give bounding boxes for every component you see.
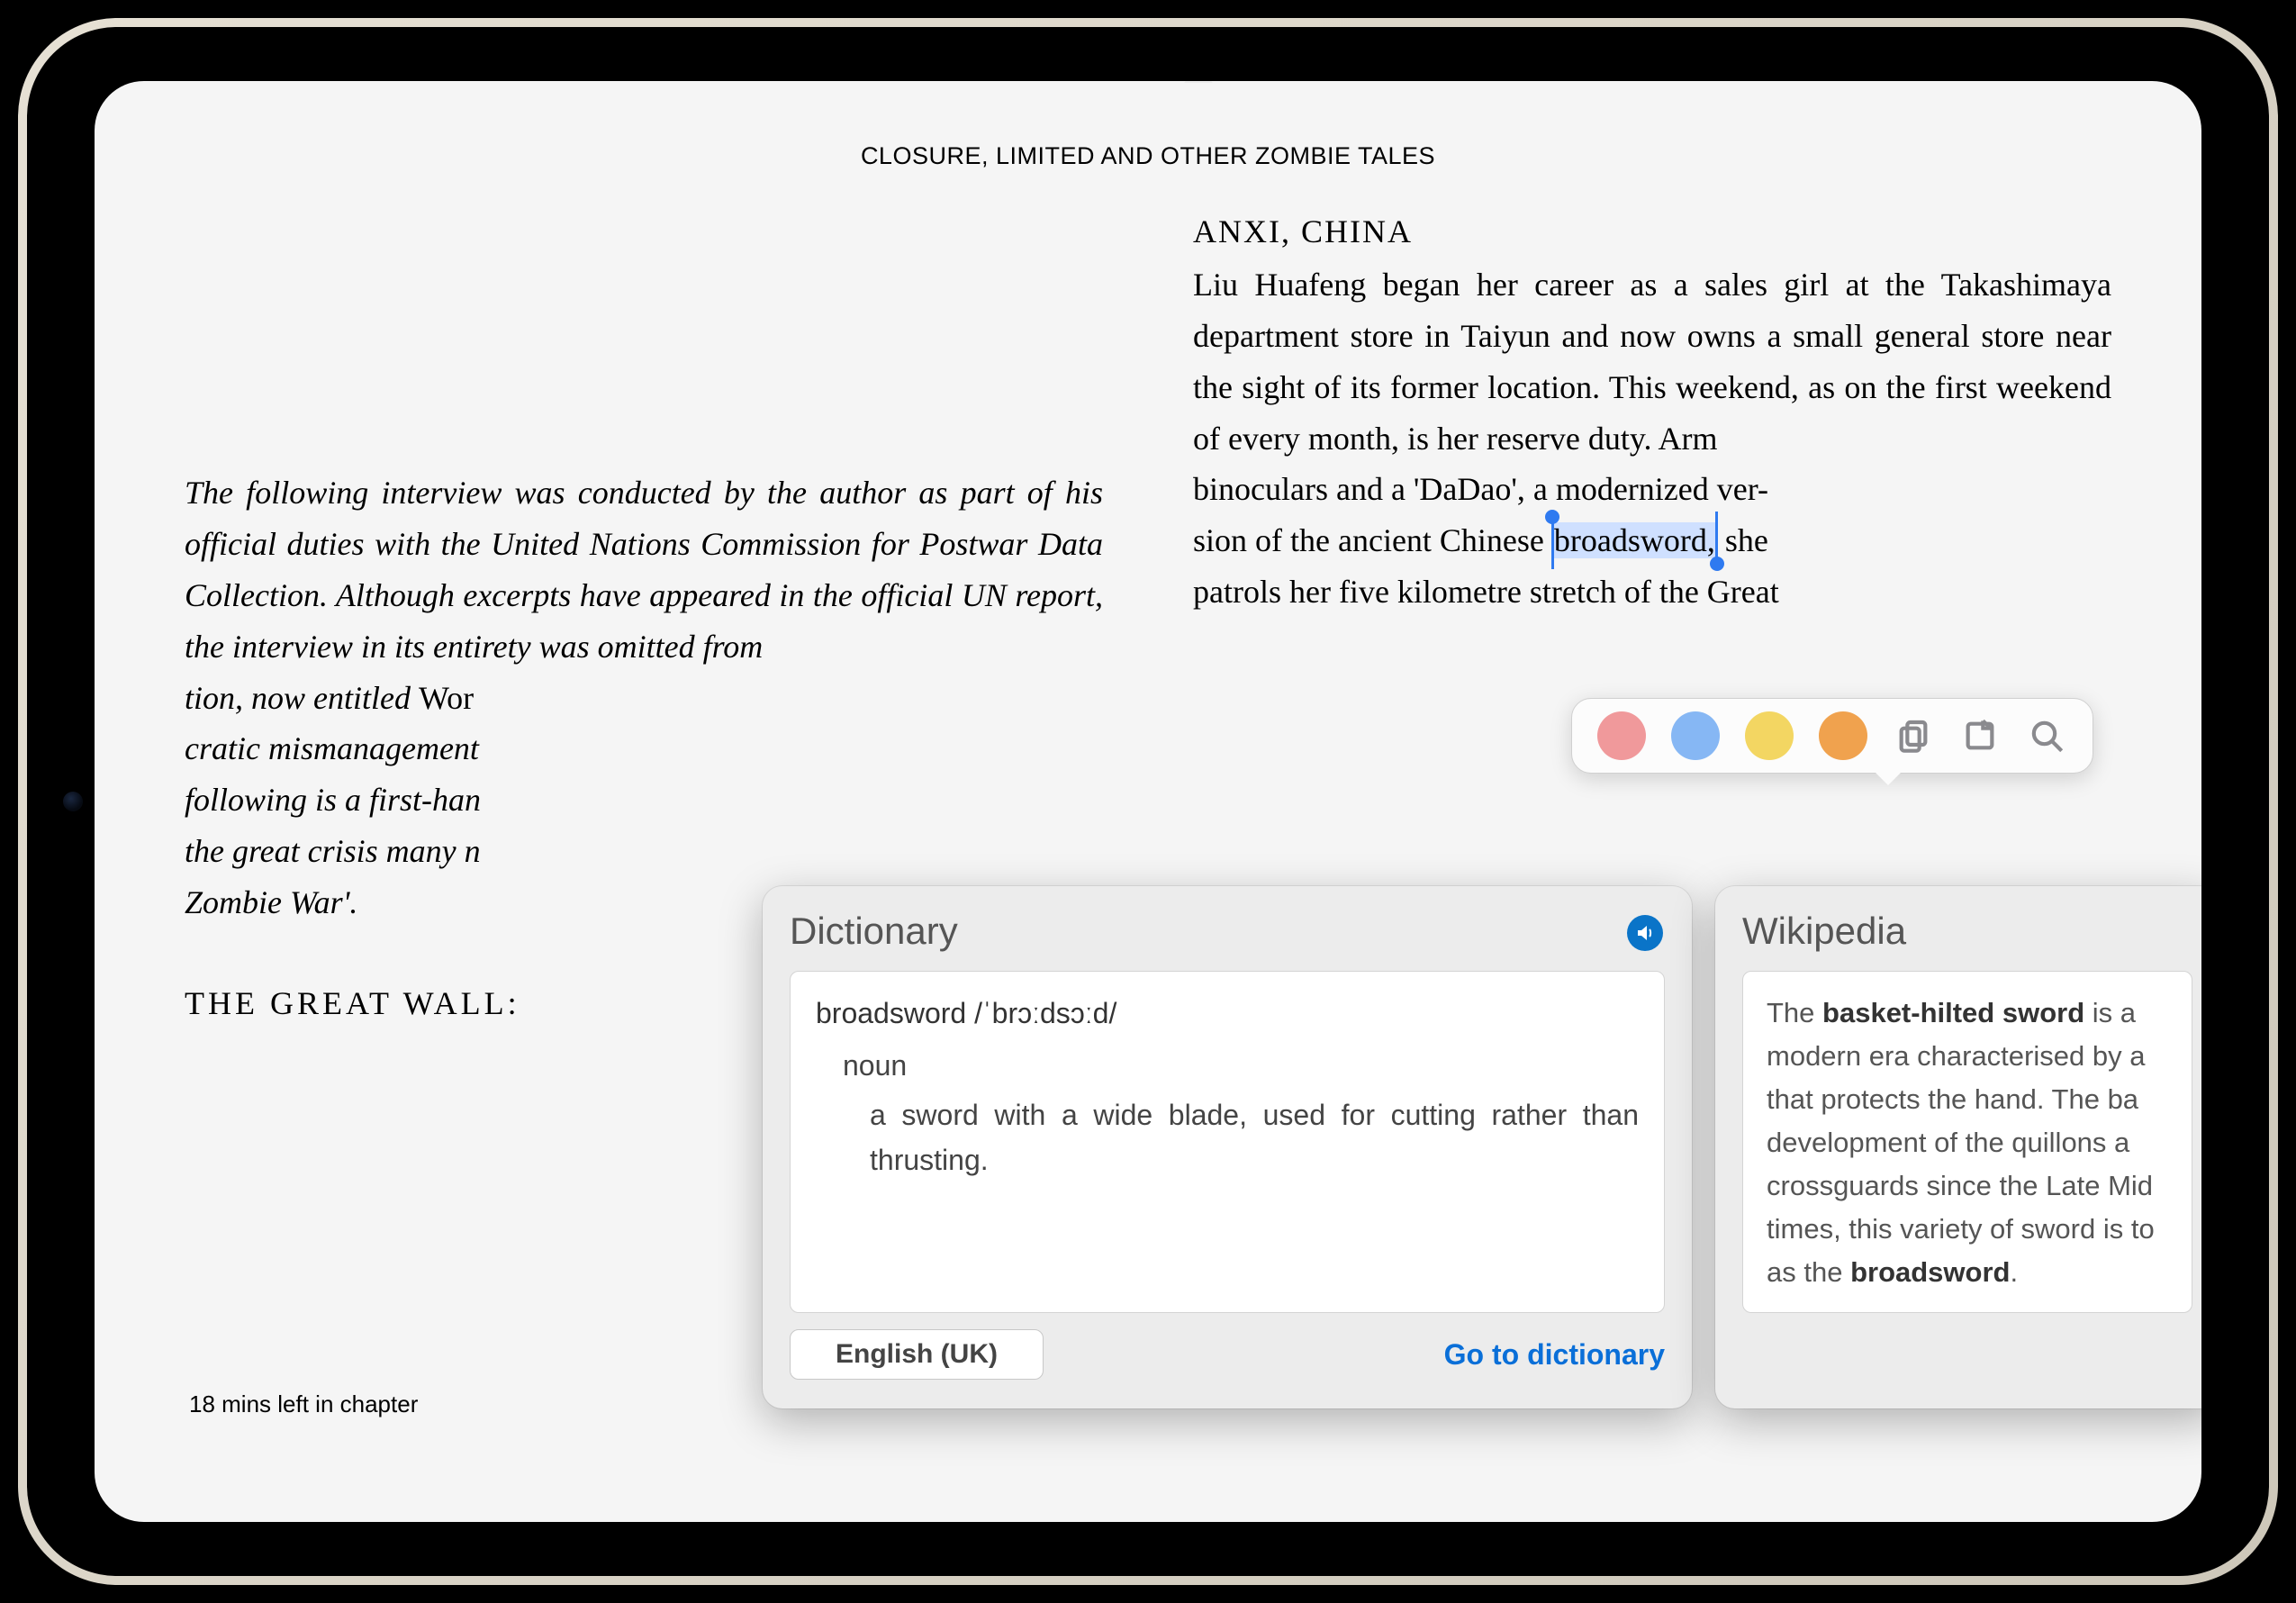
copy-icon [1895, 718, 1931, 754]
note-button[interactable] [1959, 715, 2001, 756]
selection-start-bar[interactable] [1551, 517, 1554, 569]
language-select-button[interactable]: English (UK) [790, 1329, 1044, 1380]
front-camera [63, 792, 83, 811]
location-heading: ANXI, CHINA [1193, 206, 2111, 258]
intro-paragraph: The following interview was conducted by… [185, 467, 1103, 928]
highlight-orange-button[interactable] [1819, 711, 1867, 760]
dictionary-pointer [1184, 81, 1213, 83]
definition-text: a sword with a wide blade, used for cutt… [870, 1093, 1639, 1182]
headword: broadsword /ˈbrɔːdsɔːd/ [816, 992, 1639, 1037]
wikipedia-box[interactable]: The basket-hilted sword is a modern era … [1742, 971, 2192, 1313]
dictionary-title: Dictionary [790, 910, 1665, 953]
text-selection[interactable]: broadsword, [1552, 522, 1717, 558]
speaker-icon [1634, 922, 1656, 944]
selection-end-handle[interactable] [1710, 557, 1724, 571]
highlight-yellow-button[interactable] [1745, 711, 1794, 760]
note-icon [1962, 718, 1998, 754]
device-frame: CLOSURE, LIMITED AND OTHER ZOMBIE TALES … [18, 18, 2278, 1585]
reading-time-label: 18 mins left in chapter [189, 1390, 418, 1418]
wikipedia-panel: Wikipedia The basket-hilted sword is a m… [1715, 886, 2201, 1408]
wikipedia-title: Wikipedia [1742, 910, 2192, 953]
highlight-pink-button[interactable] [1597, 711, 1646, 760]
search-button[interactable] [2026, 715, 2067, 756]
device-bezel: CLOSURE, LIMITED AND OTHER ZOMBIE TALES … [27, 27, 2269, 1576]
dictionary-panel: Dictionary broadsword /ˈbrɔːdsɔːd/ noun … [763, 886, 1692, 1408]
body-paragraph: Liu Huafeng began her career as a sales … [1193, 259, 2111, 618]
pronounce-button[interactable] [1627, 915, 1663, 951]
selection-toolbar [1571, 698, 2093, 774]
part-of-speech: noun [843, 1044, 1639, 1089]
highlight-blue-button[interactable] [1671, 711, 1720, 760]
go-to-dictionary-link[interactable]: Go to dictionary [1444, 1338, 1665, 1372]
dictionary-footer: English (UK) Go to dictionary [790, 1329, 1665, 1380]
definition-box[interactable]: broadsword /ˈbrɔːdsɔːd/ noun a sword wit… [790, 971, 1665, 1313]
book-title: CLOSURE, LIMITED AND OTHER ZOMBIE TALES [95, 81, 2201, 206]
copy-button[interactable] [1893, 715, 1934, 756]
search-icon [2029, 718, 2065, 754]
toolbar-pointer [1874, 771, 1903, 785]
screen: CLOSURE, LIMITED AND OTHER ZOMBIE TALES … [95, 81, 2201, 1522]
